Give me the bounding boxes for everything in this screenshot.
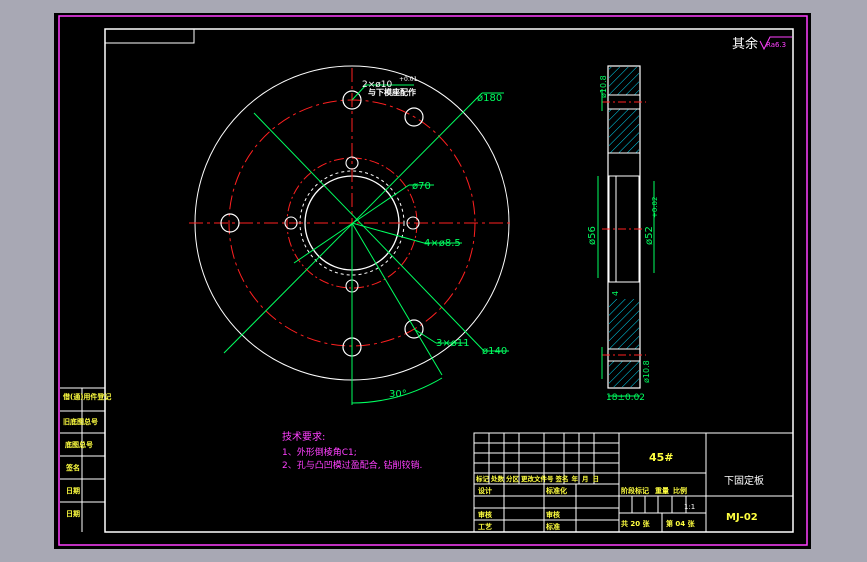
hatch-1 xyxy=(609,67,639,95)
tech-notes-title: 技术要求: xyxy=(282,430,325,443)
hatch-3 xyxy=(609,299,639,349)
dim-center-circle: ø70 xyxy=(412,181,431,192)
drawing-sheet: 其余 Ra6.3 2×ø10 +0.01 与下模座配作 ø180 ø140 ø7… xyxy=(54,13,811,549)
rev-headers: 标记 处数 分区 更改文件号 签名年月日 xyxy=(475,474,599,483)
dim-52: ø52 xyxy=(644,226,655,245)
tech-note-1: 1、外形倒棱角C1; xyxy=(282,446,357,458)
dim-4: 4 xyxy=(611,291,620,296)
corner-box xyxy=(104,28,195,44)
row-label-design: 设计 xyxy=(478,486,492,495)
front-view: 2×ø10 +0.01 与下模座配作 ø180 ø140 ø70 4×ø8.5 … xyxy=(189,65,514,405)
material: 45# xyxy=(649,451,674,464)
stamp-2: 旧底图总号 xyxy=(63,417,98,426)
dim-52-tol: +0.02 xyxy=(651,197,659,218)
stamp-4: 签名 xyxy=(65,463,80,472)
cad-canvas: 其余 Ra6.3 2×ø10 +0.01 与下模座配作 ø180 ø140 ø7… xyxy=(58,15,808,546)
dim-small-holes: 4×ø8.5 xyxy=(424,238,461,249)
drawing-number: MJ-02 xyxy=(726,512,758,523)
stage-headers: 阶段标记 重量 比例 xyxy=(621,486,687,495)
tech-notes: 技术要求: 1、外形倒棱角C1; 2、孔与凸凹模过盈配合, 钻削铰销. xyxy=(282,430,422,471)
mid-label-audit: 审核 xyxy=(546,510,560,519)
dim-top-hole: ø10.8 xyxy=(599,75,608,98)
inner-frame xyxy=(104,28,794,533)
dim-thickness: 18±0.02 xyxy=(606,393,645,403)
roughness-label: 其余 xyxy=(732,36,758,52)
stamp-3: 底图总号 xyxy=(65,440,93,449)
side-view: ø10.8 ø56 ø52 +0.02 4 ø10.8 18±0.02 xyxy=(587,65,659,403)
outer-frame xyxy=(58,15,808,546)
row-label-review: 审核 xyxy=(478,510,492,519)
hatch-4 xyxy=(609,361,639,387)
hatch-2 xyxy=(609,109,639,153)
roughness-value: Ra6.3 xyxy=(766,41,786,49)
scale-value: 1:1 xyxy=(684,503,695,511)
dim-big-holes: 3×ø11 xyxy=(436,338,470,349)
sheet-no: 第 04 张 xyxy=(666,519,696,528)
stamp-6: 日期 xyxy=(66,509,80,518)
dim-pin-tol: +0.01 xyxy=(399,76,418,83)
stamp-1: 借(通)用件登记 xyxy=(62,392,111,401)
leader-8-5 xyxy=(351,222,425,244)
dim-56: ø56 xyxy=(587,226,598,245)
dim-bottom-hole: ø10.8 xyxy=(642,360,651,383)
part-name: 下固定板 xyxy=(724,474,764,487)
mid-label-standard: 标准化 xyxy=(545,486,567,495)
row-label-process: 工艺 xyxy=(478,522,492,531)
sheet-total: 共 20 张 xyxy=(621,519,651,528)
dim-angle: 30° xyxy=(389,389,407,400)
stamp-5: 日期 xyxy=(66,486,80,495)
dim-pin-note: 与下模座配作 xyxy=(368,87,416,97)
dim-bolt-circle: ø140 xyxy=(482,346,507,357)
mid-label-std: 标准 xyxy=(545,522,560,531)
leader-140 xyxy=(253,112,485,352)
tech-note-2: 2、孔与凸凹模过盈配合, 钻削铰销. xyxy=(282,459,422,471)
dim-outer: ø180 xyxy=(477,93,502,104)
leader-11 xyxy=(413,328,437,344)
